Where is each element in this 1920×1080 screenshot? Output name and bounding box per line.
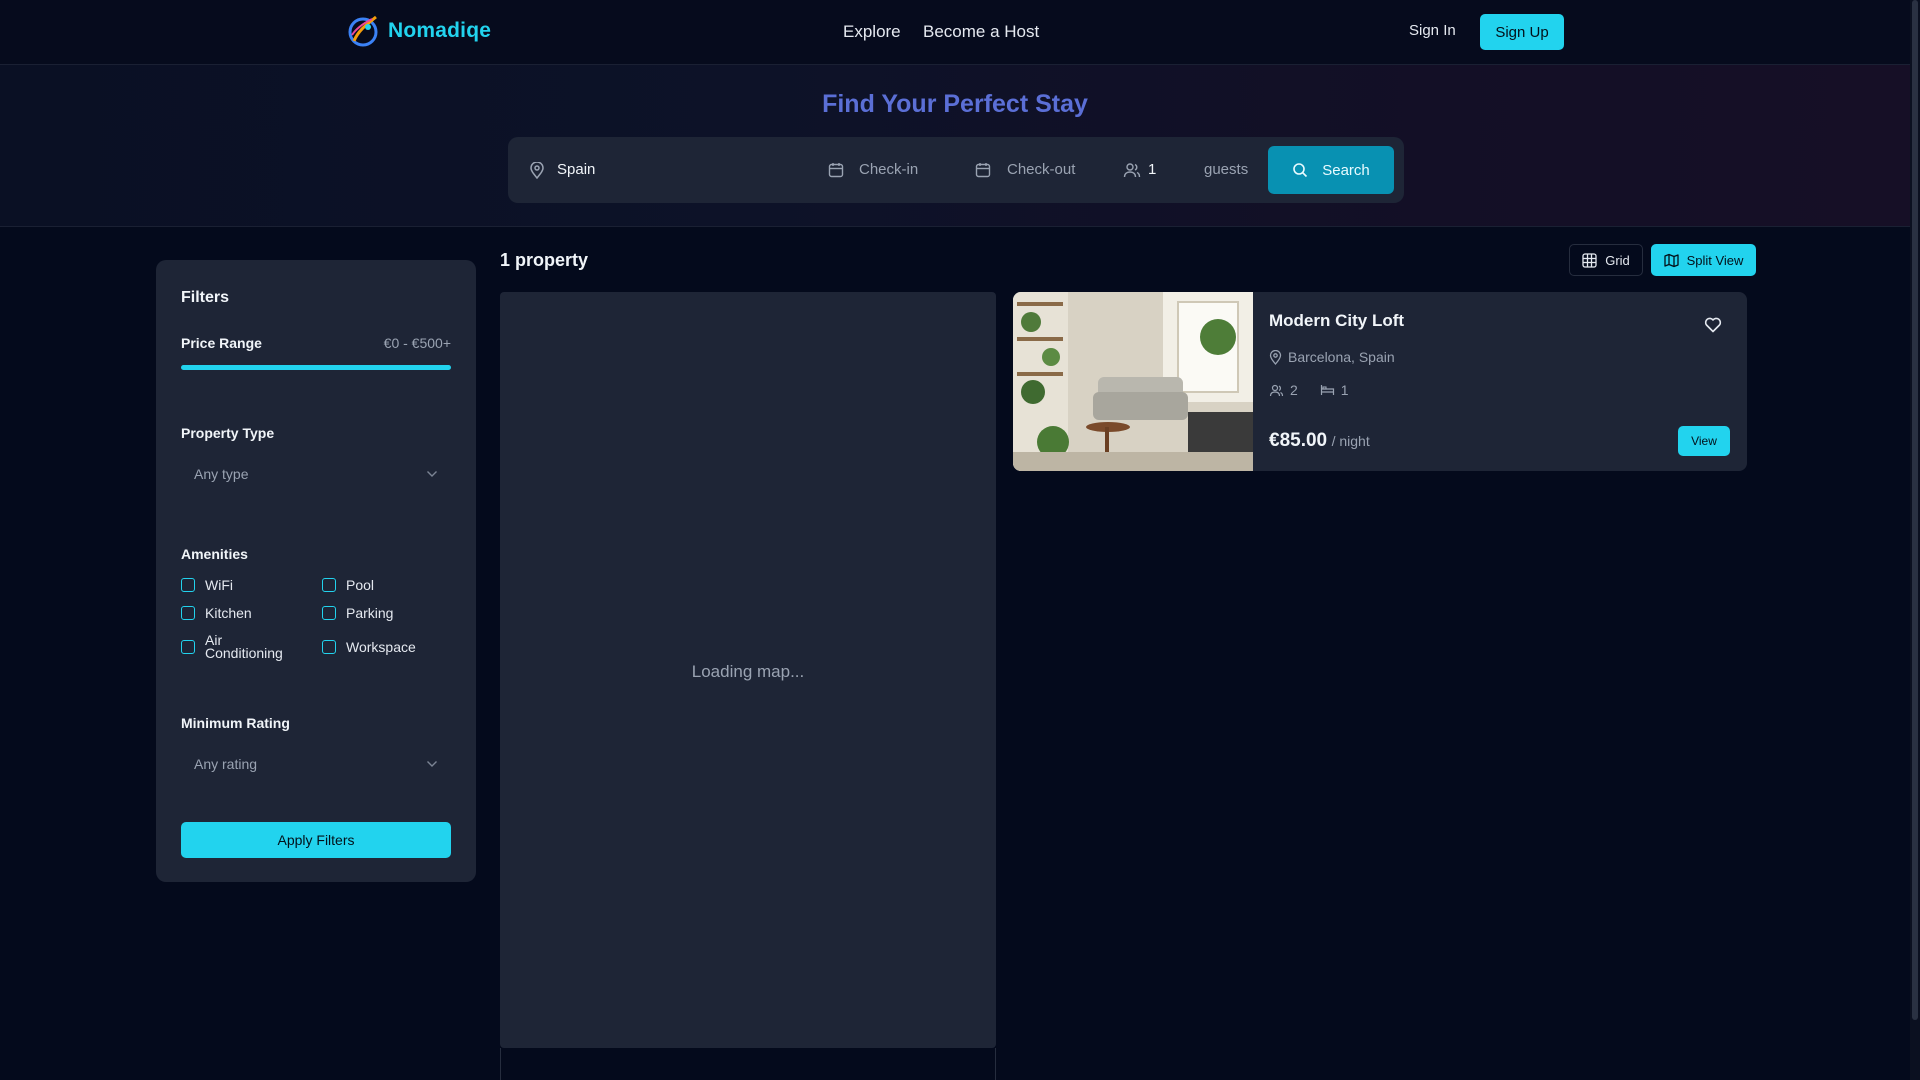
listing-beds: 1 (1340, 382, 1349, 398)
hero-title: Find Your Perfect Stay (822, 90, 1088, 118)
check-out-field[interactable]: Check-out (1007, 161, 1075, 178)
amenity-wifi-label: WiFi (205, 577, 233, 593)
calendar-icon (828, 163, 844, 178)
amenity-parking-label: Parking (346, 605, 394, 621)
sign-up-button[interactable]: Sign Up (1480, 14, 1564, 50)
minimum-rating-select[interactable]: Any rating (181, 746, 451, 782)
check-in-field[interactable]: Check-in (859, 161, 918, 178)
map-loading-text: Loading map... (691, 662, 805, 681)
amenity-kitchen-checkbox[interactable] (181, 606, 195, 620)
listing-price: €85.00 / night (1269, 430, 1370, 452)
grid-view-label: Grid (1605, 252, 1630, 268)
bed-icon (1320, 385, 1334, 395)
listing-meta: 2 1 (1269, 382, 1349, 398)
listing-location: Barcelona, Spain (1269, 349, 1395, 365)
amenity-wifi-checkbox[interactable] (181, 578, 195, 592)
filters-title: Filters (181, 289, 230, 306)
search-button-label: Search (1322, 161, 1370, 179)
chevron-down-icon (427, 761, 437, 767)
results-count: 1 property (500, 250, 589, 270)
listing-view-button[interactable]: View (1678, 426, 1730, 456)
amenity-kitchen-label: Kitchen (205, 605, 252, 621)
search-button[interactable]: Search (1268, 146, 1394, 194)
listing-photo[interactable] (1013, 292, 1253, 471)
map-pin-icon (530, 162, 544, 179)
users-icon (1123, 163, 1141, 178)
amenity-pool-checkbox[interactable] (322, 578, 336, 592)
split-view-button[interactable]: Split View (1651, 244, 1756, 276)
chevron-down-icon (427, 471, 437, 477)
filters-panel (156, 260, 476, 882)
nav-become-host-link[interactable]: Become a Host (923, 22, 1039, 42)
amenity-parking-checkbox[interactable] (322, 606, 336, 620)
search-icon (1293, 163, 1308, 178)
map-icon (1663, 253, 1679, 267)
guests-label: guests (1204, 161, 1249, 178)
heart-icon[interactable] (1704, 316, 1722, 333)
grid-view-button[interactable]: Grid (1569, 244, 1643, 276)
amenity-air-conditioning-label: Air Conditioning (205, 632, 283, 661)
location-input[interactable]: Spain (557, 161, 797, 178)
listing-price-unit: / night (1331, 433, 1370, 449)
listing-price-amount: €85.00 (1269, 430, 1328, 451)
price-range-label: Price Range (181, 335, 262, 351)
amenity-workspace-checkbox[interactable] (322, 640, 336, 654)
listing-guests: 2 (1290, 382, 1298, 398)
map-pin-icon (1269, 349, 1282, 365)
property-type-label: Property Type (181, 425, 275, 441)
amenity-pool-label: Pool (346, 577, 375, 593)
property-type-value: Any type (194, 466, 249, 482)
minimum-rating-label: Minimum Rating (181, 715, 290, 731)
split-view-label: Split View (1686, 252, 1744, 268)
amenity-air-conditioning-checkbox[interactable] (181, 640, 195, 654)
guests-input[interactable]: 1 (1148, 161, 1156, 178)
brand-logo-icon[interactable] (346, 13, 380, 50)
amenities-label: Amenities (181, 546, 248, 562)
map-panel-extension (500, 1048, 996, 1080)
brand-name[interactable]: Nomadiqe (388, 19, 491, 43)
amenity-workspace-label: Workspace (346, 639, 416, 655)
price-range-value: €0 - €500+ (383, 335, 451, 351)
apply-filters-button[interactable]: Apply Filters (181, 822, 451, 858)
sign-in-button[interactable]: Sign In (1409, 22, 1456, 39)
minimum-rating-value: Any rating (194, 756, 258, 772)
listing-location-text: Barcelona, Spain (1288, 349, 1395, 365)
price-range-slider[interactable] (181, 365, 451, 370)
users-icon (1269, 384, 1284, 396)
grid-icon (1582, 252, 1597, 268)
calendar-icon (975, 163, 991, 178)
nav-explore-link[interactable]: Explore (843, 22, 901, 42)
property-type-select[interactable]: Any type (181, 456, 451, 492)
page-scrollbar-thumb[interactable] (1912, 0, 1918, 1020)
listing-title[interactable]: Modern City Loft (1269, 311, 1404, 331)
